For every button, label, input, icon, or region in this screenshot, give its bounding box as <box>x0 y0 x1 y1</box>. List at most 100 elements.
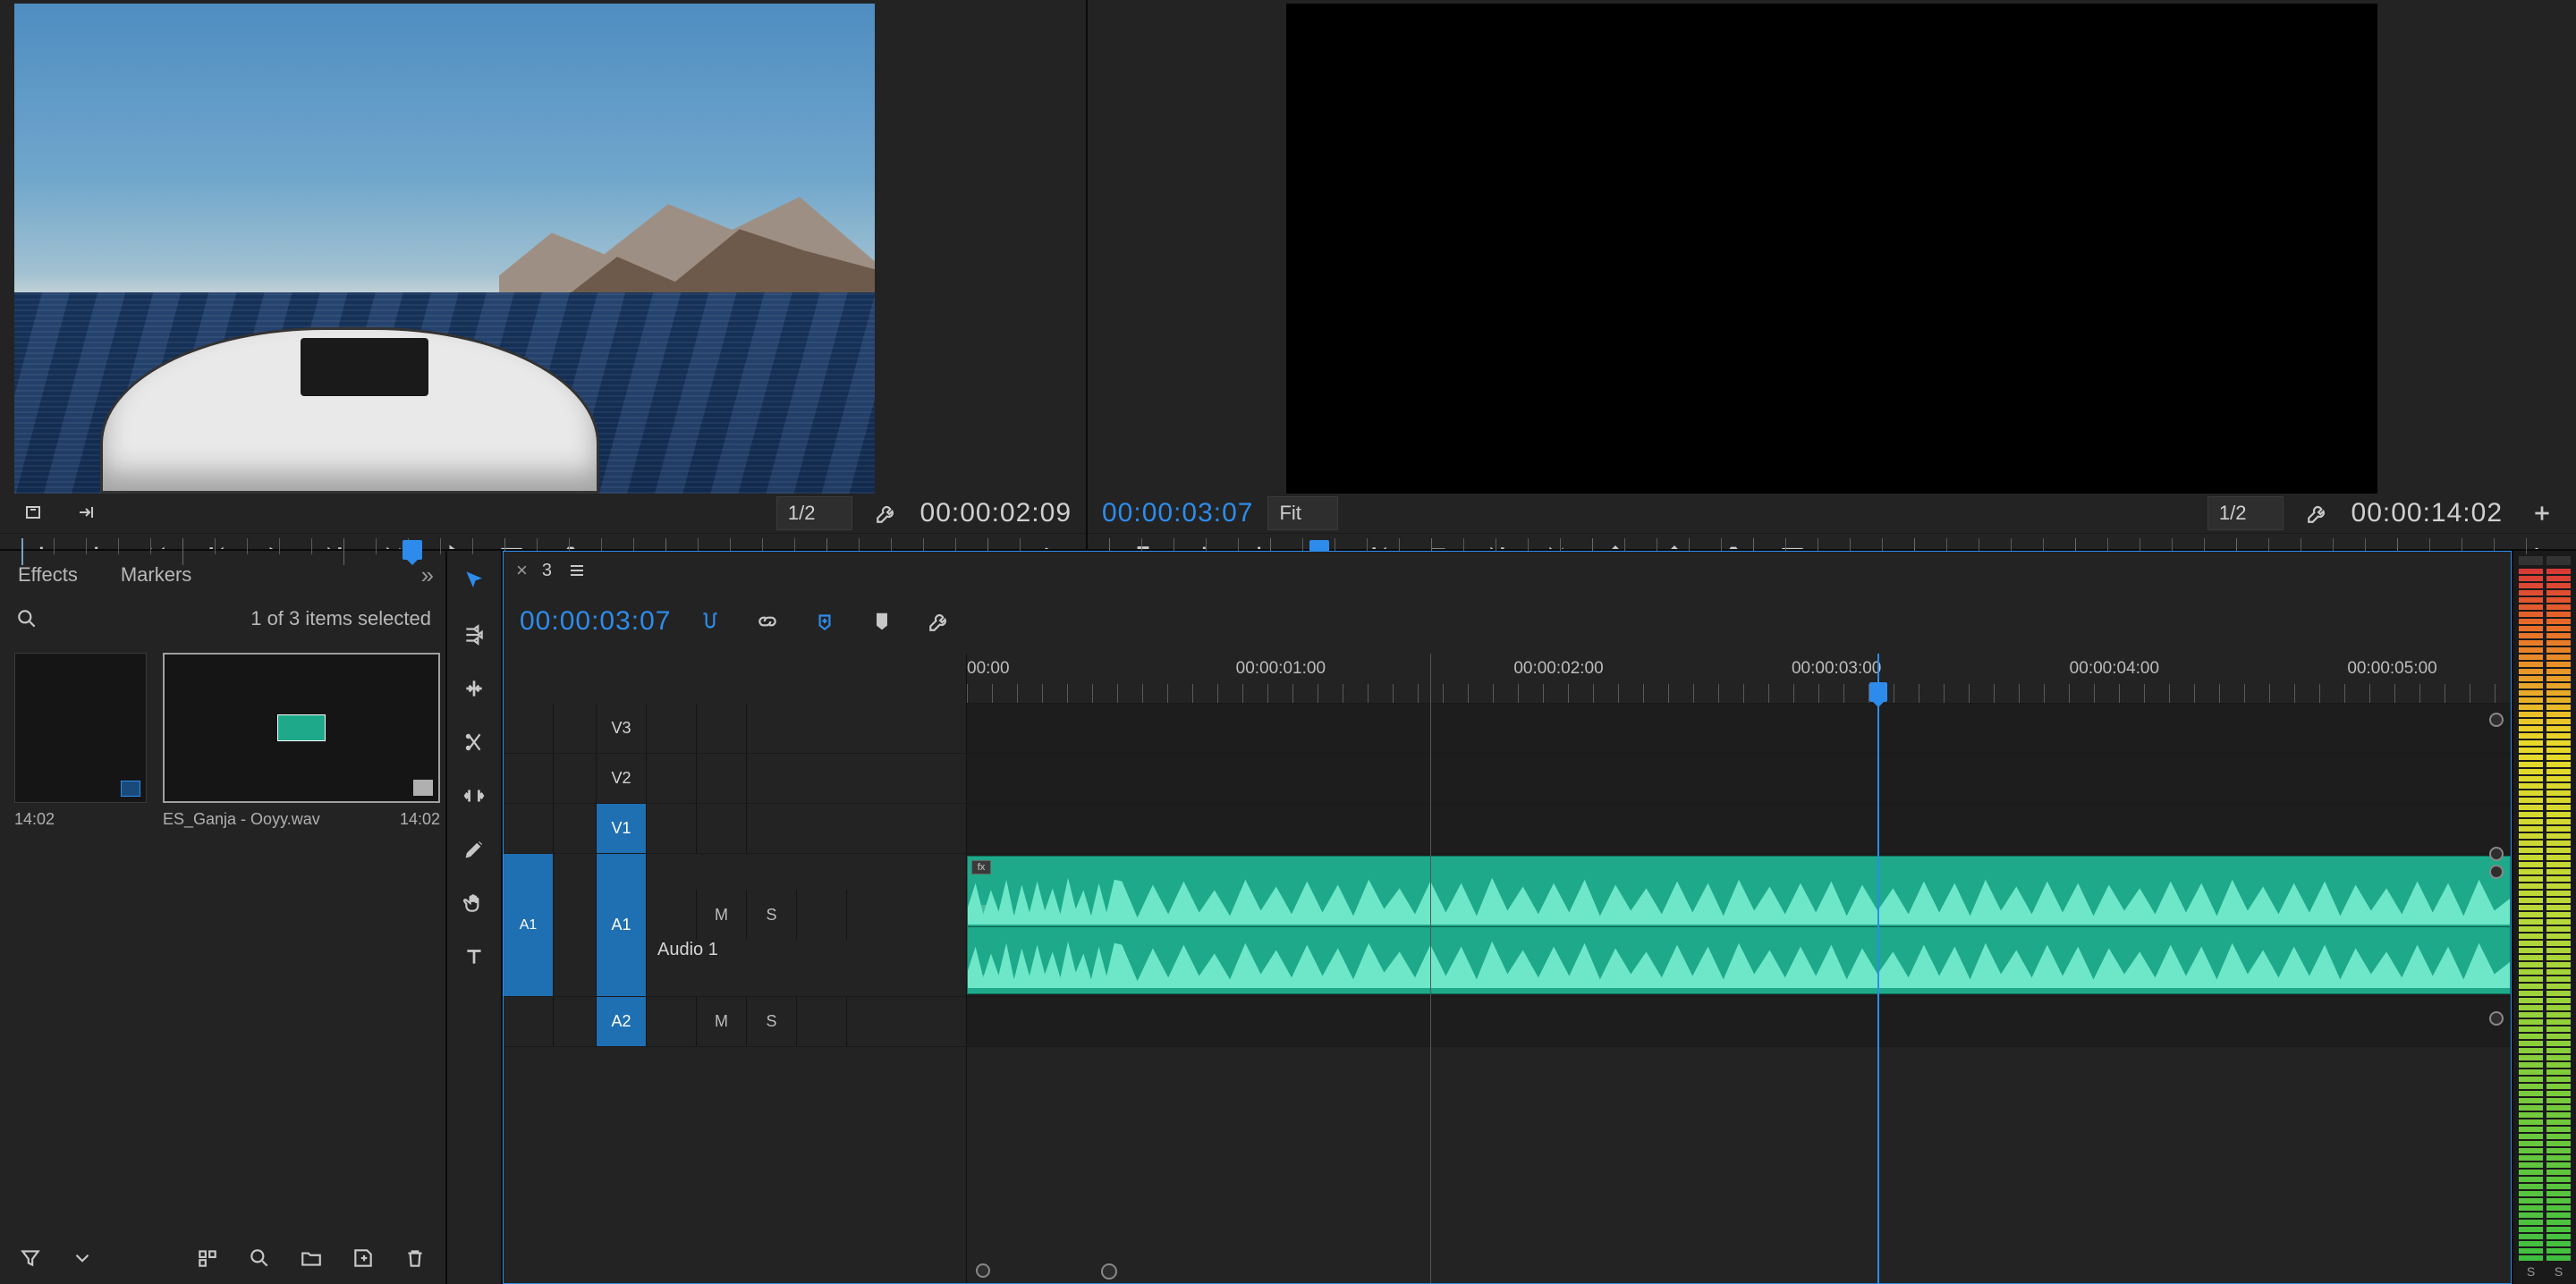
meter-bar-right <box>2546 569 2571 1261</box>
lock-toggle[interactable] <box>554 804 597 853</box>
project-panel: Effects Markers ›› 1 of 3 items selected… <box>0 551 447 1284</box>
timeline-toolbar <box>447 551 503 1284</box>
slip-tool[interactable] <box>456 778 492 814</box>
sync-lock-toggle[interactable] <box>647 754 697 803</box>
track-output-toggle[interactable] <box>697 754 747 803</box>
sequence-menu-button[interactable] <box>566 560 588 581</box>
chevron-down-icon <box>828 506 841 521</box>
track-select-tool[interactable] <box>456 617 492 653</box>
meter-bar-left <box>2519 569 2543 1261</box>
mute-toggle[interactable]: M <box>697 890 747 940</box>
program-preview[interactable] <box>1286 4 2377 494</box>
new-item-button[interactable] <box>347 1242 379 1274</box>
track-lane-a1[interactable]: fx L R <box>967 854 2511 997</box>
selection-tool[interactable] <box>456 563 492 599</box>
meter-solo-left[interactable]: S <box>2519 1264 2543 1279</box>
program-timecode-left[interactable]: 00:00:03:07 <box>1102 498 1253 528</box>
track-header-v2[interactable]: V2 <box>504 754 966 804</box>
search-icon[interactable] <box>14 606 39 631</box>
hand-tool[interactable] <box>456 885 492 921</box>
icon-view-button[interactable] <box>191 1242 224 1274</box>
lock-toggle[interactable] <box>554 854 597 996</box>
lock-toggle[interactable] <box>554 997 597 1046</box>
lock-toggle[interactable] <box>554 704 597 753</box>
meter-solo-right[interactable]: S <box>2546 1264 2571 1279</box>
program-plus-icon[interactable] <box>2522 494 2562 533</box>
meter-bars[interactable] <box>2519 569 2571 1261</box>
program-resolution-dropdown[interactable]: 1/2 <box>2207 496 2284 530</box>
chevron-down-icon <box>2259 506 2272 521</box>
new-bin-button[interactable] <box>295 1242 327 1274</box>
sync-lock-toggle[interactable] <box>647 890 697 940</box>
add-marker-button[interactable] <box>805 602 844 641</box>
track-header-a2[interactable]: A2 M S <box>504 997 966 1047</box>
timeline-timecode[interactable]: 00:00:03:07 <box>520 606 671 637</box>
source-playhead-handle[interactable] <box>402 540 422 560</box>
voice-over-record[interactable] <box>797 997 847 1046</box>
vscroll-handle-audio-bot[interactable] <box>2489 1011 2504 1026</box>
panel-overflow-button[interactable]: ›› <box>421 562 431 589</box>
track-name-a1[interactable]: A1 <box>597 854 647 996</box>
hscroll-handle-left[interactable] <box>976 1263 990 1278</box>
lock-toggle[interactable] <box>554 754 597 803</box>
filter-bin-button[interactable] <box>14 1242 47 1274</box>
bin-item-audio[interactable]: ES_Ganja - Ooyy.wav 14:02 <box>163 653 440 829</box>
sync-lock-toggle[interactable] <box>647 704 697 753</box>
track-header-v1[interactable]: V1 <box>504 804 966 854</box>
razor-tool[interactable] <box>456 724 492 760</box>
source-preview[interactable] <box>14 4 875 494</box>
program-timecode-right[interactable]: 00:00:14:02 <box>2351 498 2503 528</box>
track-lane-v1[interactable] <box>967 804 2511 854</box>
sync-lock-toggle[interactable] <box>647 804 697 853</box>
track-lane-v2[interactable] <box>967 754 2511 804</box>
track-output-toggle[interactable] <box>697 704 747 753</box>
type-tool[interactable] <box>456 939 492 975</box>
marker-icon-button[interactable] <box>14 494 54 533</box>
source-timecode[interactable]: 00:00:02:09 <box>920 498 1072 528</box>
program-zoom-dropdown[interactable]: Fit <box>1267 496 1337 530</box>
close-sequence-button[interactable]: × <box>516 559 528 582</box>
audio-meters: S S <box>2512 551 2576 1284</box>
source-patch-a1[interactable]: A1 <box>504 854 554 996</box>
sequence-icon <box>121 781 140 797</box>
bin-item-sequence[interactable]: 14:02 <box>14 653 147 829</box>
timeline-ruler[interactable]: :00:00 00:00:01:00 00:00:02:00 00:00:03:… <box>967 654 2511 704</box>
insert-only-button[interactable] <box>68 494 107 533</box>
solo-toggle[interactable]: S <box>747 890 797 940</box>
source-settings-wrench-icon[interactable] <box>867 494 906 533</box>
timeline-tracks-area[interactable]: :00:00 00:00:01:00 00:00:02:00 00:00:03:… <box>967 654 2511 1283</box>
track-name-v2[interactable]: V2 <box>597 754 647 803</box>
find-button[interactable] <box>243 1242 275 1274</box>
snap-toggle[interactable] <box>691 602 730 641</box>
vscroll-handle-audio-top[interactable] <box>2489 865 2504 879</box>
delete-button[interactable] <box>399 1242 431 1274</box>
track-header-a1[interactable]: A1 A1 M S Audio 1 <box>504 854 966 997</box>
track-name-v1[interactable]: V1 <box>597 804 647 853</box>
sync-lock-toggle[interactable] <box>647 997 697 1046</box>
linked-selection-toggle[interactable] <box>748 602 787 641</box>
track-name-v3[interactable]: V3 <box>597 704 647 753</box>
ripple-edit-tool[interactable] <box>456 671 492 706</box>
track-name-a2[interactable]: A2 <box>597 997 647 1046</box>
timeline-playhead[interactable] <box>1877 654 1879 1283</box>
vscroll-handle-top[interactable] <box>2489 713 2504 727</box>
track-lane-v3[interactable] <box>967 704 2511 754</box>
sequence-tab[interactable]: 3 <box>542 561 552 581</box>
audio-clip[interactable]: fx L R <box>967 856 2511 994</box>
source-resolution-dropdown[interactable]: 1/2 <box>776 496 852 530</box>
track-header-v3[interactable]: V3 <box>504 704 966 754</box>
pen-tool[interactable] <box>456 832 492 867</box>
timeline-settings-button[interactable] <box>919 602 959 641</box>
track-lane-a2[interactable] <box>967 997 2511 1047</box>
program-settings-wrench-icon[interactable] <box>2298 494 2337 533</box>
voice-over-record[interactable] <box>797 890 847 940</box>
mute-toggle[interactable]: M <box>697 997 747 1046</box>
footer-chevron-button[interactable] <box>66 1242 98 1274</box>
vscroll-handle-video[interactable] <box>2489 847 2504 861</box>
track-output-toggle[interactable] <box>697 804 747 853</box>
timeline-marker-icon[interactable] <box>862 602 902 641</box>
solo-toggle[interactable]: S <box>747 997 797 1046</box>
hscroll-handle-right[interactable] <box>1101 1263 1117 1280</box>
bin-item-duration: 14:02 <box>14 810 55 829</box>
mouse-cursor-line <box>1430 654 1431 1283</box>
